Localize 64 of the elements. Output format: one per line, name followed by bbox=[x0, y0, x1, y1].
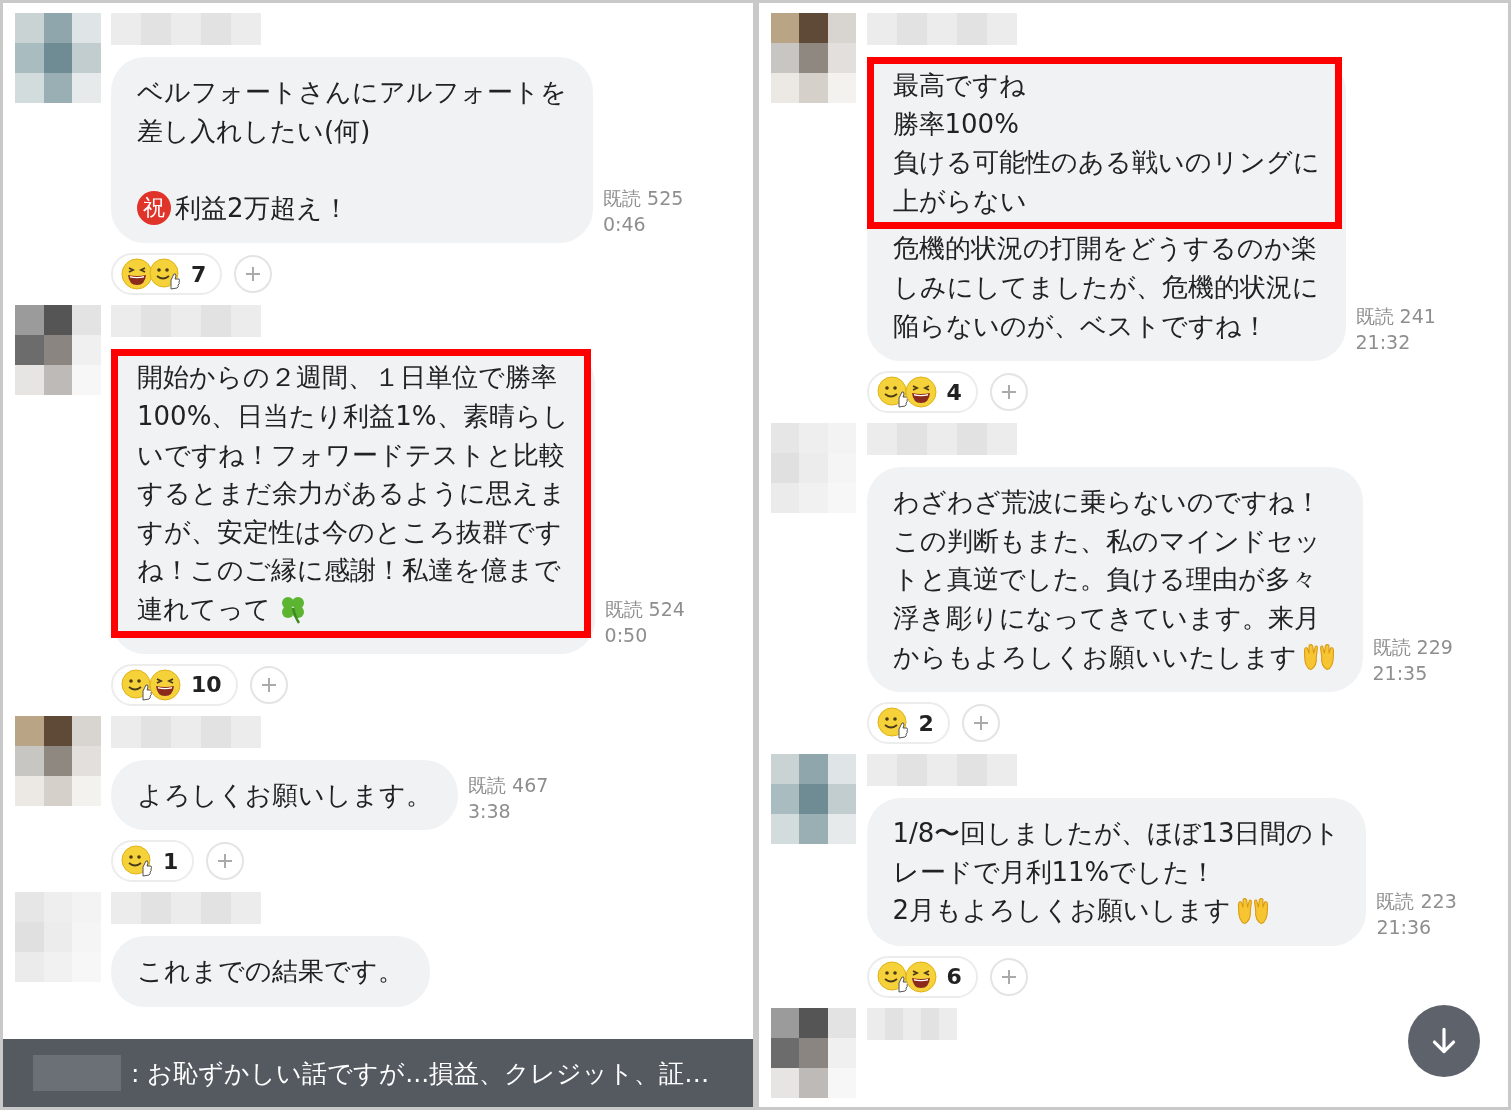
message-line: 1/8〜回しましたが、ほぼ13日間のト bbox=[892, 817, 1341, 851]
celebration-badge: 祝 bbox=[137, 191, 171, 226]
message-line: レードで月利11%でした！ bbox=[892, 855, 1217, 889]
message-line: 利益2万超え！ bbox=[175, 191, 349, 225]
add-reaction-button[interactable] bbox=[249, 665, 288, 704]
message-line: すが、安定性は今のところ抜群です bbox=[137, 515, 562, 549]
message-line: いですね！フォワードテストと比較 bbox=[137, 438, 565, 472]
message-line: 差し入れしたい(何) bbox=[137, 114, 371, 148]
reaction-button[interactable]: 4 bbox=[866, 371, 978, 414]
message-line: これまでの結果です。 bbox=[137, 955, 404, 989]
message-line: 上がらない bbox=[892, 184, 1027, 218]
add-reaction-button[interactable] bbox=[961, 704, 1000, 743]
message-line: トと真逆でした。負ける理由が多々 bbox=[892, 563, 1317, 597]
read-receipt: 既読 223 bbox=[1376, 888, 1457, 914]
add-reaction-button[interactable] bbox=[989, 373, 1028, 412]
notification-banner[interactable]: : お恥ずかしい話ですが...損益、クレジット、証… bbox=[3, 1039, 753, 1107]
message-line: ね！このご縁に感謝！私達を億まで bbox=[137, 554, 561, 588]
message-line: 開始からの２週間、１日単位で勝率 bbox=[137, 361, 557, 395]
message-line: 負ける可能性のある戦いのリングに bbox=[892, 146, 1320, 180]
message-time: 0:46 bbox=[603, 212, 647, 238]
read-receipt: 既読 229 bbox=[1372, 635, 1453, 661]
laughing-face-icon bbox=[904, 960, 937, 993]
thumbs-up-face-icon bbox=[121, 845, 153, 878]
read-receipt: 既読 241 bbox=[1355, 304, 1436, 330]
thumbs-up-face-icon bbox=[876, 707, 909, 740]
message-time: 21:35 bbox=[1372, 661, 1429, 687]
message-line: 危機的状況の打開をどうするのか楽 bbox=[892, 232, 1317, 266]
add-reaction-button[interactable] bbox=[234, 255, 273, 294]
message-line: 100%、日当たり利益1%、素晴らし bbox=[137, 399, 569, 433]
reaction-button[interactable]: 6 bbox=[866, 955, 978, 998]
message-line: この判断もまた、私のマインドセッ bbox=[892, 524, 1321, 558]
message-time: 3:38 bbox=[468, 799, 512, 825]
reaction-button[interactable]: 10 bbox=[111, 663, 238, 706]
message-line: よろしくお願いします。 bbox=[137, 778, 432, 812]
notification-text: : お恥ずかしい話ですが...損益、クレジット、証… bbox=[131, 1057, 710, 1090]
message-time: 0:50 bbox=[604, 622, 649, 648]
message-line: 陥らないのが、ベストですね！ bbox=[892, 309, 1268, 343]
add-reaction-button[interactable] bbox=[989, 957, 1028, 996]
message-line: からもよろしくお願いいたします bbox=[892, 640, 1297, 674]
thumbs-up-face-icon bbox=[876, 376, 909, 409]
message-line: 浮き彫りになってきています。来月 bbox=[892, 601, 1320, 635]
reaction-button[interactable]: 7 bbox=[111, 253, 223, 296]
message-time: 21:36 bbox=[1376, 914, 1433, 940]
read-receipt: 既読 524 bbox=[604, 596, 685, 622]
thumbs-up-face-icon bbox=[121, 668, 153, 701]
read-receipt: 既読 467 bbox=[468, 773, 549, 799]
message-line: ベルフォートさんにアルフォートを bbox=[137, 76, 567, 109]
message-line: わざわざ荒波に乗らないのですね！ bbox=[892, 486, 1321, 520]
thumbs-up-face-icon bbox=[149, 258, 181, 291]
laughing-face-icon bbox=[904, 376, 937, 409]
reaction-button[interactable]: 2 bbox=[866, 702, 950, 745]
laughing-face-icon bbox=[121, 258, 153, 291]
thumbs-up-face-icon bbox=[876, 960, 909, 993]
read-receipt: 既読 525 bbox=[603, 186, 684, 212]
message-time: 21:32 bbox=[1355, 330, 1412, 356]
message-line: 勝率100% bbox=[892, 107, 1019, 141]
message-line: 2月もよろしくお願いします bbox=[892, 894, 1232, 928]
message-line: しみにしてましたが、危機的状況に bbox=[892, 270, 1319, 304]
message-line: 連れてって bbox=[137, 592, 271, 626]
add-reaction-button[interactable] bbox=[206, 842, 245, 881]
message-line: するとまだ余力があるように思えま bbox=[137, 477, 566, 511]
message-line: 最高ですね bbox=[892, 69, 1026, 102]
laughing-face-icon bbox=[149, 668, 181, 701]
reaction-button[interactable]: 1 bbox=[111, 840, 195, 883]
